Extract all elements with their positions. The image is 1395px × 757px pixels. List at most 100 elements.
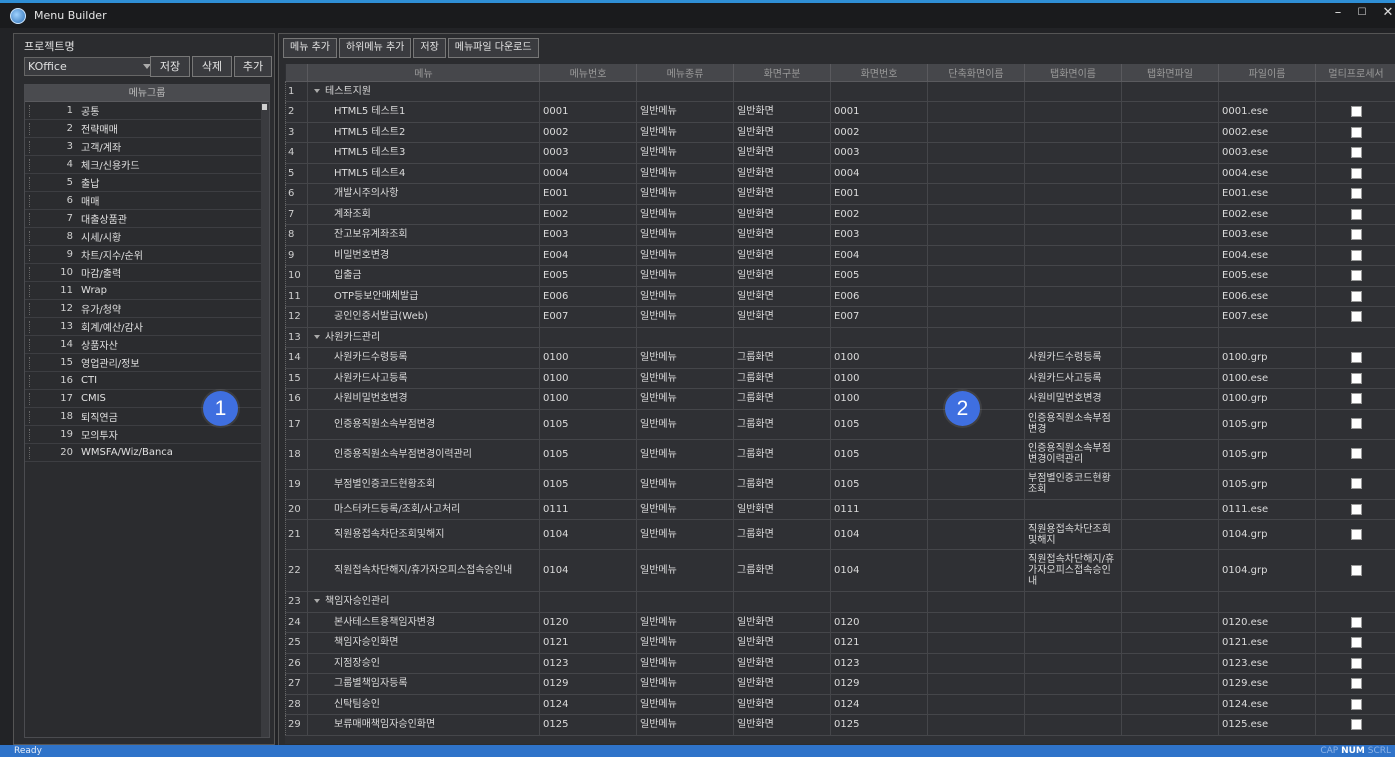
file-name-cell[interactable]: 0123.ese <box>1218 653 1316 674</box>
file-name-cell[interactable] <box>1218 327 1316 348</box>
project-delete-button[interactable]: 삭제 <box>192 56 232 77</box>
menu-number-cell[interactable]: 0125 <box>539 714 637 736</box>
tab-screen-file-cell[interactable] <box>1121 347 1219 369</box>
menu-name-cell[interactable]: 사원카드사고등록 <box>307 368 540 389</box>
menu-name-cell[interactable]: 사원카드수령등록 <box>307 347 540 369</box>
file-name-cell[interactable]: E002.ese <box>1218 204 1316 225</box>
menu-kind-cell[interactable]: 일반메뉴 <box>636 409 734 440</box>
file-name-cell[interactable]: 0001.ese <box>1218 101 1316 123</box>
menu-name-cell[interactable]: OTP등보안매체발급 <box>307 286 540 307</box>
menu-name-cell[interactable]: 입출금 <box>307 265 540 287</box>
screen-type-cell[interactable]: 일반화면 <box>733 499 831 520</box>
file-name-cell[interactable]: 0125.ese <box>1218 714 1316 736</box>
add-menu-button[interactable]: 메뉴 추가 <box>283 38 337 58</box>
multiprocessor-checkbox[interactable] <box>1350 147 1362 158</box>
tab-screen-file-cell[interactable] <box>1121 519 1219 550</box>
menu-item-row[interactable]: 11 OTP등보안매체발급 E006 일반메뉴 일반화면 E006 E006.ese <box>285 286 1395 307</box>
file-name-cell[interactable]: 0100.grp <box>1218 388 1316 410</box>
screen-number-cell[interactable]: 0104 <box>830 519 928 550</box>
menu-name-cell[interactable]: 개발시주의사항 <box>307 183 540 205</box>
tab-screen-file-cell[interactable] <box>1121 81 1219 102</box>
shortcut-name-cell[interactable] <box>927 612 1025 633</box>
menu-number-cell[interactable]: 0105 <box>539 469 637 500</box>
project-save-button[interactable]: 저장 <box>150 56 190 77</box>
screen-number-cell[interactable] <box>830 327 928 348</box>
file-name-cell[interactable]: 0104.grp <box>1218 549 1316 592</box>
tab-screen-file-cell[interactable] <box>1121 265 1219 287</box>
screen-type-cell[interactable]: 그룹화면 <box>733 409 831 440</box>
file-name-cell[interactable]: 0105.grp <box>1218 409 1316 440</box>
shortcut-name-cell[interactable] <box>927 183 1025 205</box>
menu-kind-cell[interactable]: 일반메뉴 <box>636 653 734 674</box>
tab-screen-name-cell[interactable] <box>1024 327 1122 348</box>
menu-name-cell[interactable]: 인증용직원소속부점변경이력관리 <box>307 439 540 470</box>
menu-name-cell[interactable]: 잔고보유계좌조회 <box>307 224 540 246</box>
menu-group-item[interactable]: 7 대출상품관 <box>25 210 269 228</box>
file-name-cell[interactable]: 0120.ese <box>1218 612 1316 633</box>
menu-group-item[interactable]: 5 출납 <box>25 174 269 192</box>
screen-number-cell[interactable]: 0123 <box>830 653 928 674</box>
file-name-cell[interactable] <box>1218 81 1316 102</box>
multiprocessor-checkbox[interactable] <box>1350 657 1362 669</box>
multiprocessor-checkbox[interactable] <box>1350 126 1362 138</box>
file-name-cell[interactable]: 0104.grp <box>1218 519 1316 550</box>
shortcut-name-cell[interactable] <box>927 286 1025 307</box>
multiprocessor-checkbox[interactable] <box>1350 290 1362 302</box>
column-header[interactable]: 메뉴 <box>307 64 540 82</box>
menu-number-cell[interactable]: 0105 <box>539 409 637 440</box>
menu-item-row[interactable]: 19 부점별인증코드현황조회 0105 일반메뉴 그룹화면 0105 부점별인증코드현황조회… <box>285 469 1395 500</box>
menu-group-item[interactable]: 4 체크/신용카드 <box>25 156 269 174</box>
menu-number-cell[interactable] <box>539 591 637 613</box>
shortcut-name-cell[interactable] <box>927 142 1025 164</box>
tab-screen-name-cell[interactable]: 부점별인증코드현황조회 <box>1024 469 1122 500</box>
menu-group-item[interactable]: 19 모의투자 <box>25 426 269 444</box>
menu-number-cell[interactable]: 0129 <box>539 673 637 695</box>
multiprocessor-checkbox[interactable] <box>1350 564 1362 576</box>
save-menu-button[interactable]: 저장 <box>413 38 446 58</box>
menu-item-row[interactable]: 29 보류매매책임자승인화면 0125 일반메뉴 일반화면 0125 0125.ese <box>285 714 1395 736</box>
tab-screen-name-cell[interactable] <box>1024 632 1122 654</box>
menu-number-cell[interactable]: 0100 <box>539 368 637 389</box>
column-header[interactable]: 화면구분 <box>733 64 831 82</box>
tab-screen-file-cell[interactable] <box>1121 142 1219 164</box>
menu-kind-cell[interactable]: 일반메뉴 <box>636 499 734 520</box>
screen-type-cell[interactable]: 일반화면 <box>733 163 831 184</box>
menu-group-row[interactable]: 1 테스트지원 <box>285 81 1395 102</box>
screen-type-cell[interactable]: 일반화면 <box>733 204 831 225</box>
tab-screen-file-cell[interactable] <box>1121 245 1219 266</box>
menu-name-cell[interactable]: 책임자승인화면 <box>307 632 540 654</box>
multiprocessor-checkbox[interactable] <box>1350 249 1362 261</box>
scrollbar-thumb[interactable] <box>262 104 267 110</box>
menu-name-cell[interactable]: 공인인증서발급(Web) <box>307 306 540 328</box>
menu-group-item[interactable]: 9 차트/지수/순위 <box>25 246 269 264</box>
multiprocessor-checkbox[interactable] <box>1350 311 1362 322</box>
file-name-cell[interactable]: 0100.ese <box>1218 368 1316 389</box>
menu-group-item[interactable]: 15 영업관리/정보 <box>25 354 269 372</box>
tab-screen-name-cell[interactable] <box>1024 694 1122 715</box>
screen-number-cell[interactable] <box>830 591 928 613</box>
screen-number-cell[interactable]: 0124 <box>830 694 928 715</box>
screen-type-cell[interactable]: 그룹화면 <box>733 388 831 410</box>
tab-screen-name-cell[interactable] <box>1024 306 1122 328</box>
menu-item-row[interactable]: 3 HTML5 테스트2 0002 일반메뉴 일반화면 0002 0002.ese <box>285 122 1395 143</box>
menu-kind-cell[interactable]: 일반메뉴 <box>636 714 734 736</box>
menu-item-row[interactable]: 18 인증용직원소속부점변경이력관리 0105 일반메뉴 그룹화면 0105 인증용직원소속… <box>285 439 1395 470</box>
menu-item-row[interactable]: 12 공인인증서발급(Web) E007 일반메뉴 일반화면 E007 E007.ese <box>285 306 1395 328</box>
menu-item-row[interactable]: 24 본사테스트용책임자변경 0120 일반메뉴 일반화면 0120 0120.ese <box>285 612 1395 633</box>
menu-item-row[interactable]: 2 HTML5 테스트1 0001 일반메뉴 일반화면 0001 0001.ese <box>285 101 1395 123</box>
screen-number-cell[interactable]: 0105 <box>830 439 928 470</box>
file-name-cell[interactable]: E001.ese <box>1218 183 1316 205</box>
shortcut-name-cell[interactable] <box>927 499 1025 520</box>
screen-number-cell[interactable]: 0004 <box>830 163 928 184</box>
tab-screen-file-cell[interactable] <box>1121 469 1219 500</box>
menu-number-cell[interactable]: 0004 <box>539 163 637 184</box>
menu-name-cell[interactable]: 그룹별책임자등록 <box>307 673 540 695</box>
screen-type-cell[interactable]: 일반화면 <box>733 673 831 695</box>
tab-screen-file-cell[interactable] <box>1121 286 1219 307</box>
screen-number-cell[interactable]: 0104 <box>830 549 928 592</box>
file-name-cell[interactable]: 0124.ese <box>1218 694 1316 715</box>
menu-number-cell[interactable]: E001 <box>539 183 637 205</box>
shortcut-name-cell[interactable] <box>927 673 1025 695</box>
expand-triangle-icon[interactable] <box>314 334 320 339</box>
screen-number-cell[interactable]: 0001 <box>830 101 928 123</box>
